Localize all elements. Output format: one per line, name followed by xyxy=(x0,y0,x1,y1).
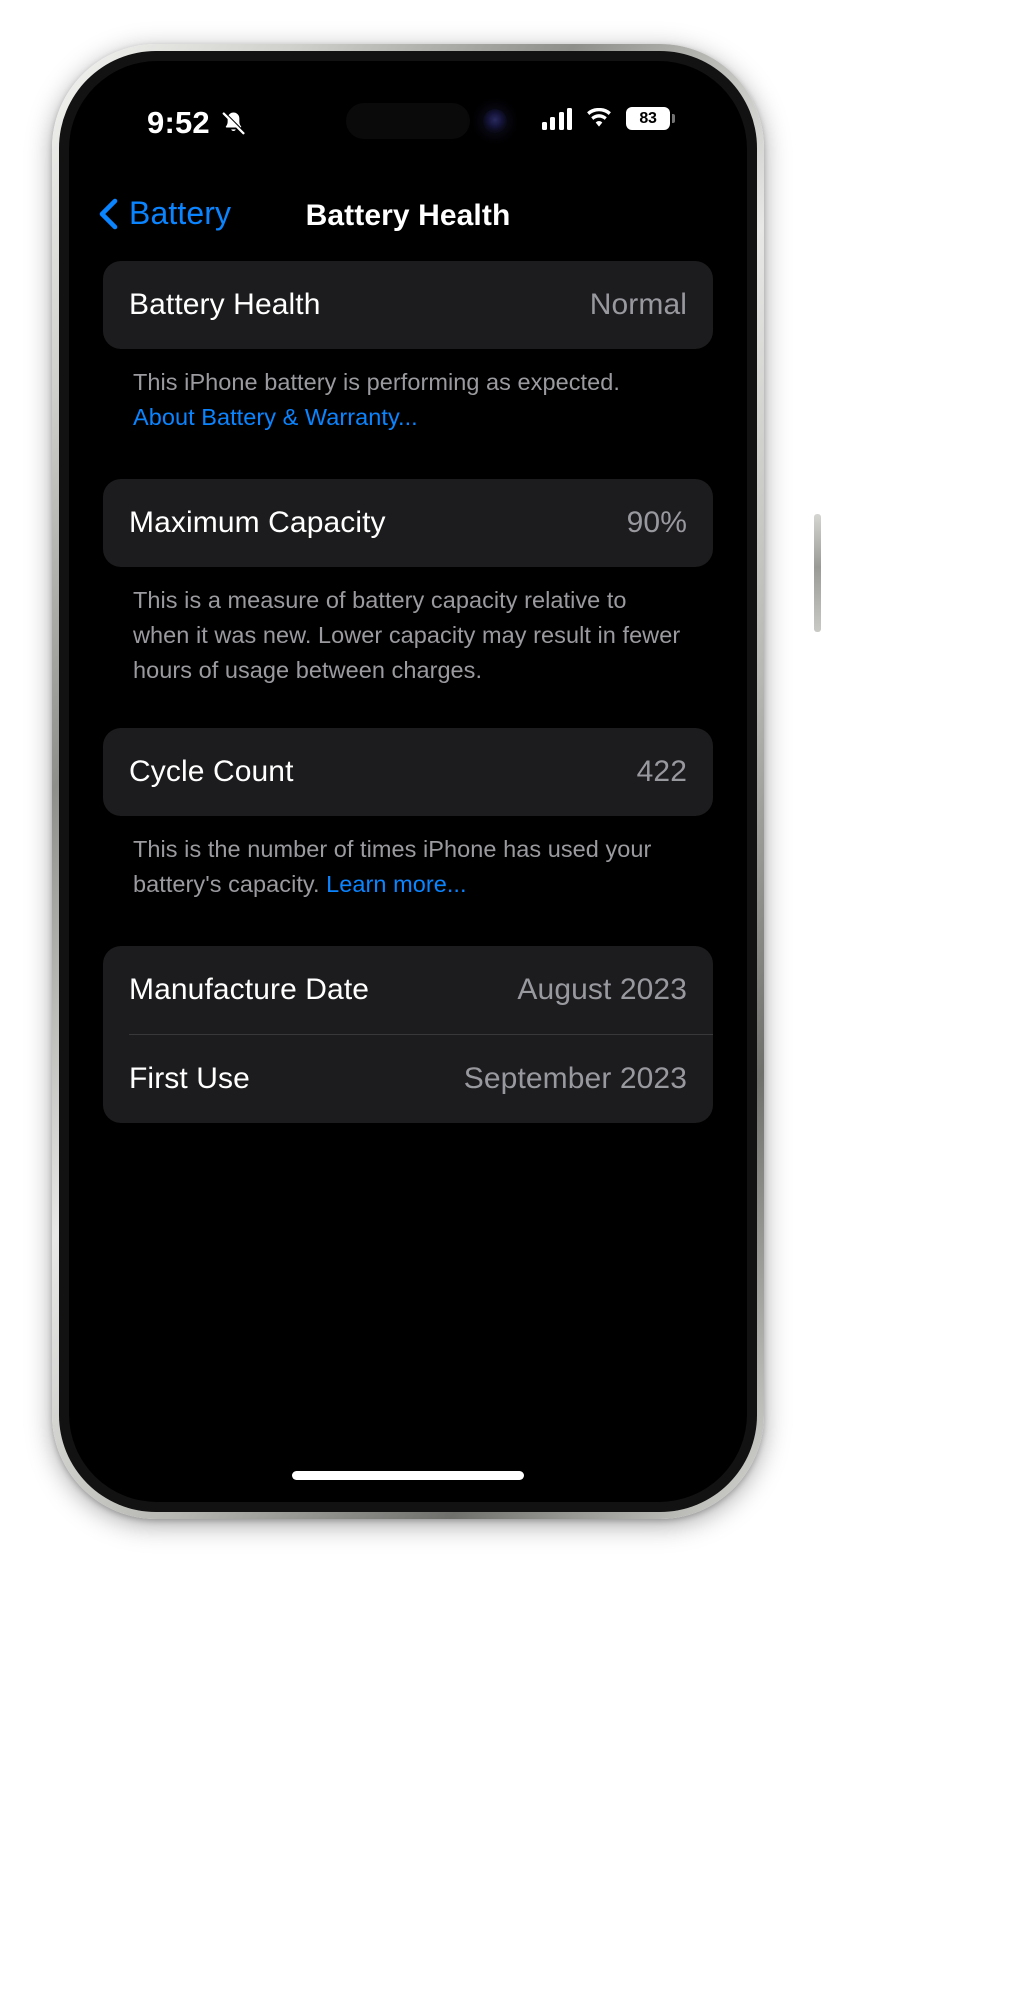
battery-icon: 83 xyxy=(626,107,675,130)
section-cycle-count: Cycle Count 422 This is the number of ti… xyxy=(103,728,713,902)
battery-percent-label: 83 xyxy=(639,109,657,127)
dynamic-island xyxy=(346,103,470,139)
maximum-capacity-value: 90% xyxy=(626,506,687,539)
phone-screen: 9:52 83 Battery Battery Health Battery H… xyxy=(69,61,747,1502)
battery-dates-card: Manufacture Date August 2023 First Use S… xyxy=(103,946,713,1123)
manufacture-date-label: Manufacture Date xyxy=(129,973,370,1006)
bell-slash-icon xyxy=(220,110,247,137)
wifi-icon xyxy=(585,107,613,129)
cycle-count-footer: This is the number of times iPhone has u… xyxy=(103,816,713,902)
maximum-capacity-card[interactable]: Maximum Capacity 90% xyxy=(103,479,713,567)
cycle-count-label: Cycle Count xyxy=(129,755,294,788)
row-battery-health[interactable]: Battery Health Normal xyxy=(103,261,713,349)
settings-content: Battery Health Normal This iPhone batter… xyxy=(69,261,747,1502)
manufacture-date-value: August 2023 xyxy=(517,973,687,1006)
maximum-capacity-label: Maximum Capacity xyxy=(129,506,386,539)
status-bar-right: 83 xyxy=(541,107,675,130)
battery-health-footer: This iPhone battery is performing as exp… xyxy=(103,349,713,435)
home-indicator[interactable] xyxy=(292,1471,524,1480)
section-maximum-capacity: Maximum Capacity 90% This is a measure o… xyxy=(103,479,713,688)
cycle-count-card[interactable]: Cycle Count 422 xyxy=(103,728,713,816)
learn-more-link[interactable]: Learn more... xyxy=(326,871,466,897)
about-battery-warranty-link[interactable]: About Battery & Warranty... xyxy=(133,404,418,430)
section-battery-dates: Manufacture Date August 2023 First Use S… xyxy=(103,946,713,1123)
front-camera-lens-icon xyxy=(483,109,507,133)
section-battery-health: Battery Health Normal This iPhone batter… xyxy=(103,261,713,435)
status-bar: 9:52 83 xyxy=(69,61,747,177)
power-button[interactable] xyxy=(814,514,821,632)
battery-health-label: Battery Health xyxy=(129,288,321,321)
row-manufacture-date[interactable]: Manufacture Date August 2023 xyxy=(103,946,713,1034)
cellular-signal-icon xyxy=(541,107,572,130)
row-cycle-count[interactable]: Cycle Count 422 xyxy=(103,728,713,816)
navigation-bar: Battery Battery Health xyxy=(69,177,747,261)
battery-health-value: Normal xyxy=(589,288,687,321)
maximum-capacity-footer: This is a measure of battery capacity re… xyxy=(133,587,681,683)
row-first-use[interactable]: First Use September 2023 xyxy=(103,1035,713,1123)
first-use-label: First Use xyxy=(129,1062,250,1095)
phone-bezel: 9:52 83 Battery Battery Health Battery H… xyxy=(59,51,757,1512)
cycle-count-value: 422 xyxy=(636,755,687,788)
status-bar-left: 9:52 xyxy=(147,105,247,141)
battery-health-footer-text: This iPhone battery is performing as exp… xyxy=(133,369,620,395)
page-title: Battery Health xyxy=(305,199,511,232)
phone-frame: 9:52 83 Battery Battery Health Battery H… xyxy=(52,44,821,1519)
row-maximum-capacity[interactable]: Maximum Capacity 90% xyxy=(103,479,713,567)
battery-health-card[interactable]: Battery Health Normal xyxy=(103,261,713,349)
screenshot-canvas: 9:52 83 Battery Battery Health Battery H… xyxy=(0,0,1016,2000)
status-bar-clock: 9:52 xyxy=(147,105,210,140)
first-use-value: September 2023 xyxy=(463,1062,687,1095)
